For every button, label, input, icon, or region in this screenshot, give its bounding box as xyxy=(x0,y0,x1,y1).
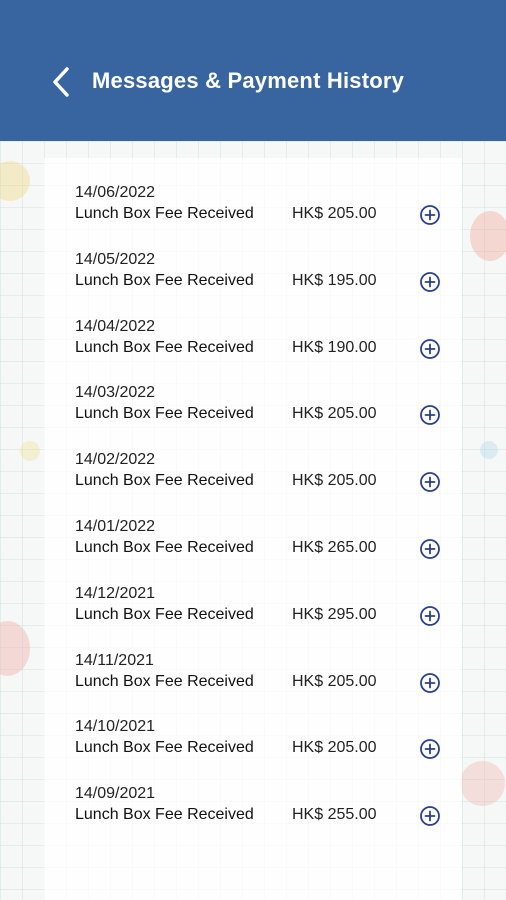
plus-circle-icon xyxy=(420,472,440,493)
payment-date: 14/11/2021 xyxy=(75,651,154,669)
expand-details-button[interactable] xyxy=(419,204,441,226)
payment-date: 14/04/2022 xyxy=(75,317,156,335)
plus-circle-icon xyxy=(420,806,440,827)
payment-date: 14/01/2022 xyxy=(75,517,156,535)
payment-date: 14/06/2022 xyxy=(75,184,156,201)
payment-row: 14/10/2021 Lunch Box Fee Received HK$ 205.… xyxy=(44,718,462,785)
expand-details-button[interactable] xyxy=(419,404,441,426)
plus-circle-icon xyxy=(420,605,440,626)
plus-circle-icon xyxy=(420,205,440,225)
plus-circle-icon xyxy=(420,338,440,359)
doodle-decoration xyxy=(0,621,30,676)
payment-amount: HK$ 265.00 xyxy=(292,538,377,556)
payment-amount: HK$ 190.00 xyxy=(292,338,377,356)
payment-amount: HK$ 255.00 xyxy=(292,806,377,824)
payment-row: 14/03/2022 Lunch Box Fee Received HK$ 205.… xyxy=(44,384,462,451)
doodle-decoration xyxy=(480,441,498,459)
expand-details-button[interactable] xyxy=(419,338,441,360)
payment-date: 14/02/2022 xyxy=(75,451,156,469)
payment-amount: HK$ 205.00 xyxy=(292,739,377,757)
chevron-left-icon xyxy=(53,67,69,97)
payment-description: Lunch Box Fee Received xyxy=(75,605,254,623)
payment-description: Lunch Box Fee Received xyxy=(75,472,254,490)
plus-circle-icon xyxy=(420,271,440,292)
plus-circle-icon xyxy=(420,405,440,426)
payment-row: 14/12/2021 Lunch Box Fee Received HK$ 295.… xyxy=(44,585,462,652)
expand-details-button[interactable] xyxy=(419,471,441,493)
doodle-decoration xyxy=(470,211,506,261)
payment-amount: HK$ 205.00 xyxy=(292,405,377,423)
doodle-decoration xyxy=(0,161,30,201)
payment-date: 14/12/2021 xyxy=(75,584,156,602)
payment-row: 14/06/2022 Lunch Box Fee Received HK$ 205.… xyxy=(44,184,462,251)
plus-circle-icon xyxy=(420,739,440,760)
payment-amount: HK$ 295.00 xyxy=(292,605,377,623)
expand-details-button[interactable] xyxy=(419,271,441,293)
payment-description: Lunch Box Fee Received xyxy=(75,271,254,289)
payment-row: 14/09/2021 Lunch Box Fee Received HK$ 255.… xyxy=(44,785,462,852)
payment-date: 14/03/2022 xyxy=(75,384,156,402)
payment-description: Lunch Box Fee Received xyxy=(75,538,254,556)
payment-description: Lunch Box Fee Received xyxy=(75,205,254,222)
payment-amount: HK$ 195.00 xyxy=(292,271,377,289)
doodle-decoration xyxy=(460,761,505,806)
expand-details-button[interactable] xyxy=(419,805,441,827)
payment-row: 14/01/2022 Lunch Box Fee Received HK$ 265.… xyxy=(44,518,462,585)
payment-amount: HK$ 205.00 xyxy=(292,205,377,222)
doodle-decoration xyxy=(20,441,40,461)
payment-description: Lunch Box Fee Received xyxy=(75,405,254,423)
payment-description: Lunch Box Fee Received xyxy=(75,338,254,356)
payment-row: 14/11/2021 Lunch Box Fee Received HK$ 205.… xyxy=(44,652,462,719)
payment-row: 14/02/2022 Lunch Box Fee Received HK$ 205.… xyxy=(44,451,462,518)
app-header: Messages & Payment History xyxy=(0,0,506,141)
expand-details-button[interactable] xyxy=(419,538,441,560)
payment-row: 14/04/2022 Lunch Box Fee Received HK$ 190.… xyxy=(44,318,462,385)
plus-circle-icon xyxy=(420,539,440,559)
payment-row: 14/05/2022 Lunch Box Fee Received HK$ 195.… xyxy=(44,251,462,318)
payment-date: 14/10/2021 xyxy=(75,718,156,736)
payment-description: Lunch Box Fee Received xyxy=(75,739,254,757)
page-title: Messages & Payment History xyxy=(92,68,405,93)
payment-description: Lunch Box Fee Received xyxy=(75,672,254,690)
expand-details-button[interactable] xyxy=(419,605,441,627)
payment-amount: HK$ 205.00 xyxy=(292,672,377,690)
expand-details-button[interactable] xyxy=(419,738,441,760)
payment-date: 14/05/2022 xyxy=(75,250,156,268)
payment-description: Lunch Box Fee Received xyxy=(75,806,254,824)
payment-history-panel: 14/06/2022 Lunch Box Fee Received HK$ 205.… xyxy=(44,158,462,900)
payment-list: 14/06/2022 Lunch Box Fee Received HK$ 205.… xyxy=(44,184,462,852)
payment-amount: HK$ 205.00 xyxy=(292,472,377,490)
payment-date: 14/09/2021 xyxy=(75,785,156,803)
back-button[interactable] xyxy=(46,62,76,102)
plus-circle-icon xyxy=(420,672,440,693)
expand-details-button[interactable] xyxy=(419,672,441,694)
